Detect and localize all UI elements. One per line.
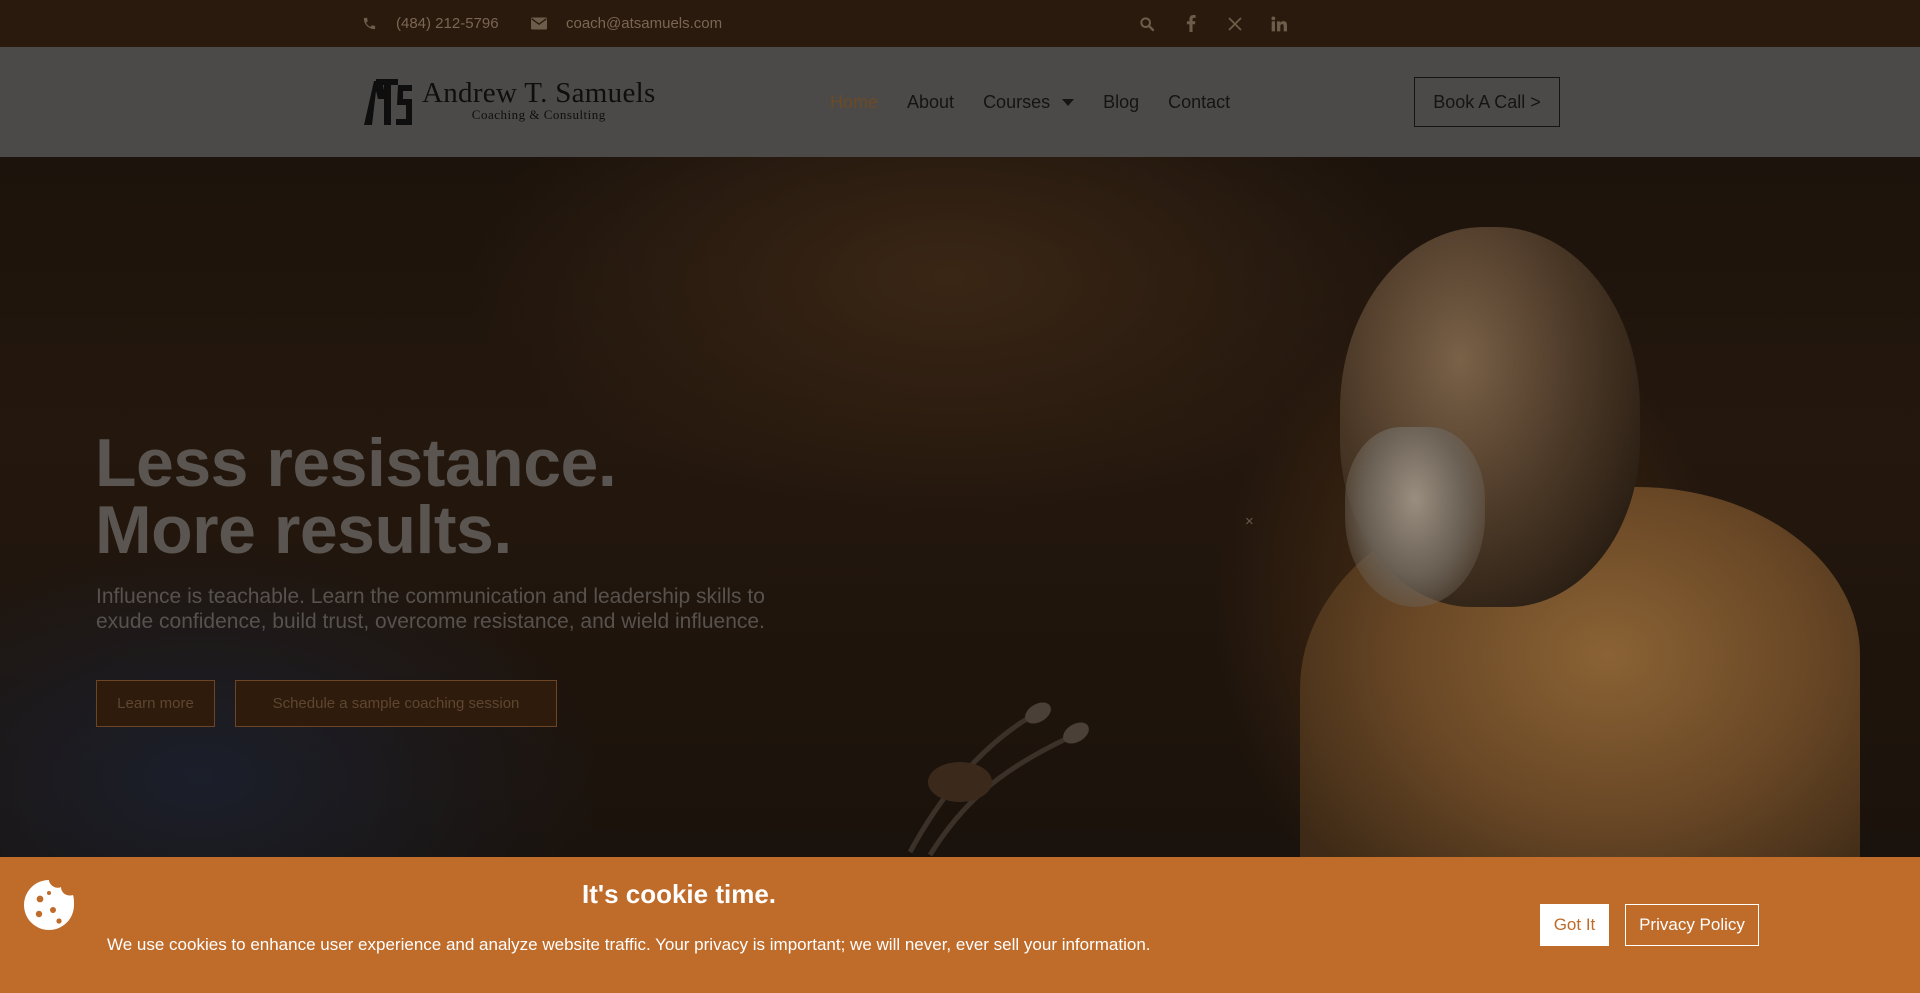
nav-contact[interactable]: Contact	[1168, 92, 1230, 113]
nav-blog[interactable]: Blog	[1103, 92, 1139, 113]
phone-icon	[360, 15, 378, 33]
phone-number: (484) 212-5796	[396, 15, 499, 32]
book-call-button[interactable]: Book A Call >	[1414, 77, 1560, 127]
schedule-session-button[interactable]: Schedule a sample coaching session	[235, 680, 557, 727]
privacy-policy-button[interactable]: Privacy Policy	[1625, 904, 1759, 946]
cookie-icon	[23, 879, 75, 931]
mail-icon	[530, 15, 548, 33]
nav-home[interactable]: Home	[830, 92, 878, 113]
learn-more-button[interactable]: Learn more	[96, 680, 215, 727]
speaker-beard-image	[1345, 427, 1485, 607]
hero-section: × Less resistance. More results. Influen…	[0, 157, 1920, 857]
site-logo[interactable]: Andrew T. Samuels Coaching & Consulting	[362, 77, 656, 125]
cookie-message: We use cookies to enhance user experienc…	[107, 935, 1151, 954]
email-contact[interactable]: coach@atsamuels.com	[530, 0, 722, 47]
microphone-image	[907, 702, 1089, 857]
top-bar: (484) 212-5796 coach@atsamuels.com	[0, 0, 1920, 47]
search-icon[interactable]	[1138, 15, 1156, 33]
ats-logo-mark	[362, 77, 414, 125]
nav-about[interactable]: About	[907, 92, 954, 113]
x-icon[interactable]	[1226, 15, 1244, 33]
close-icon[interactable]: ×	[1245, 513, 1254, 530]
hero-title: Less resistance. More results.	[95, 425, 617, 568]
cookie-title: It's cookie time.	[582, 879, 777, 909]
nav-courses-label: Courses	[983, 91, 1051, 112]
logo-subtitle: Coaching & Consulting	[471, 107, 606, 122]
facebook-icon[interactable]	[1182, 15, 1200, 33]
got-it-button[interactable]: Got It	[1540, 904, 1609, 946]
phone-contact[interactable]: (484) 212-5796	[360, 0, 499, 47]
linkedin-icon[interactable]	[1270, 15, 1288, 33]
hero-title-line1: Less resistance.	[95, 425, 617, 501]
hero-subtitle: Influence is teachable. Learn the commun…	[96, 584, 836, 634]
social-icons	[1138, 0, 1288, 47]
nav-courses[interactable]: Courses	[983, 91, 1075, 113]
cookie-banner: It's cookie time. We use cookies to enha…	[0, 857, 1920, 993]
hero-subtitle-line1: Influence is teachable. Learn the commun…	[96, 585, 765, 608]
hero-subtitle-line2: exude confidence, build trust, overcome …	[96, 610, 765, 633]
email-address: coach@atsamuels.com	[566, 15, 723, 32]
chevron-down-icon	[1062, 98, 1075, 106]
main-nav: Home About Courses Blog Contact	[830, 47, 1230, 157]
logo-name: Andrew T. Samuels	[422, 77, 656, 109]
hero-title-line2: More results.	[95, 492, 512, 568]
site-header: Andrew T. Samuels Coaching & Consulting …	[0, 47, 1920, 157]
